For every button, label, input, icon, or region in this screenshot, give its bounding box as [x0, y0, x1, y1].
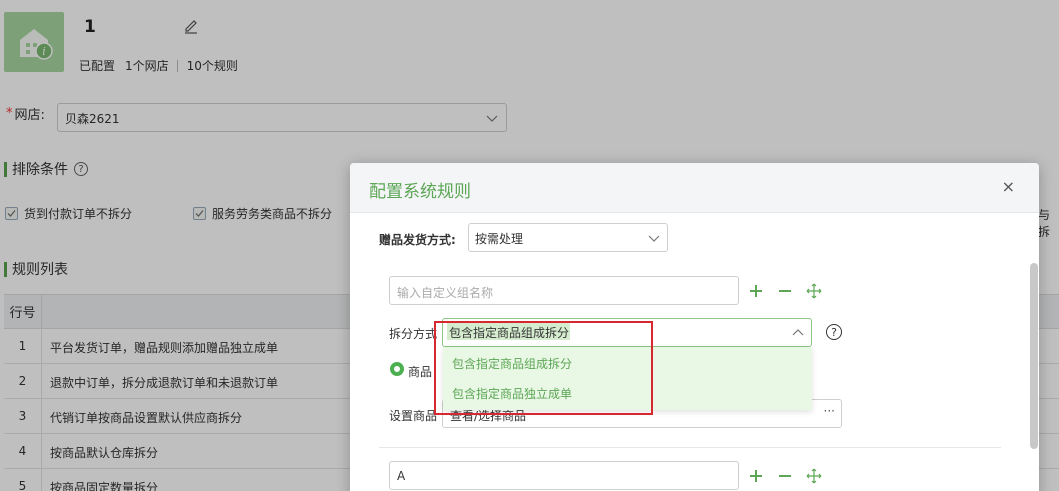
gift-method-select[interactable]: 按需处理 [468, 223, 668, 252]
modal-scrollbar[interactable] [1030, 263, 1038, 449]
plus-icon[interactable] [749, 469, 763, 483]
chevron-down-icon [648, 235, 660, 242]
gift-method-label: 赠品发货方式: [379, 233, 456, 247]
close-icon[interactable]: × [1002, 179, 1015, 195]
divider [379, 447, 1001, 448]
group2-name-value: A [397, 469, 406, 483]
move-icon[interactable] [806, 283, 822, 299]
group-name-placeholder: 输入自定义组名称 [397, 286, 494, 300]
minus-icon[interactable] [778, 284, 792, 298]
split-method-label: 拆分方式 [389, 327, 438, 341]
modal-title: 配置系统规则 [369, 182, 471, 202]
modal-header: 配置系统规则 × [350, 163, 1039, 213]
radio-checked-icon[interactable] [390, 362, 404, 376]
radio-goods-label: 商品 [408, 365, 433, 379]
set-goods-label: 设置商品 [389, 409, 438, 423]
plus-icon[interactable] [749, 284, 763, 298]
minus-icon[interactable] [778, 469, 792, 483]
split-method-value-overlay: 包含指定商品组成拆分 [449, 326, 570, 340]
group-name-input[interactable]: 输入自定义组名称 [389, 276, 739, 305]
help-icon[interactable]: ? [826, 324, 842, 340]
chevron-up-icon [792, 329, 804, 336]
group2-name-input[interactable]: A [389, 461, 739, 490]
gift-method-value: 按需处理 [475, 232, 524, 246]
move-icon[interactable] [806, 468, 822, 484]
more-icon[interactable]: ··· [824, 404, 835, 418]
